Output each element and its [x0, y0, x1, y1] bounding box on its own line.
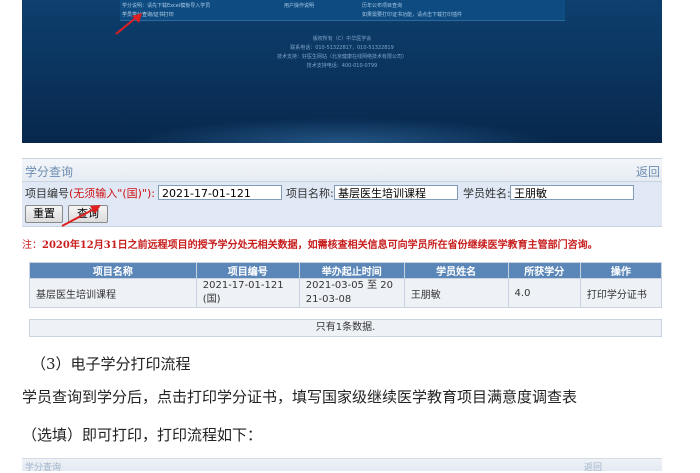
cut-back: 返回 — [583, 463, 602, 473]
red-arrow-annotation — [115, 13, 142, 35]
site-footer-screenshot: 学分说明：请先下载Excel模板导入学员 学员学分查询/证书打印 用户操作说明 … — [22, 0, 662, 143]
result-summary: 只有1条数据. — [29, 319, 662, 337]
panel-header: 学分查询 返回 — [22, 158, 662, 182]
panel-title: 学分查询 — [25, 165, 74, 179]
col-header: 项目名称 — [29, 262, 197, 279]
paragraph-line-1: 学员查询到学分后，点击打印学分证书，填写国家级继续医学教育项目满意度调查表 — [22, 388, 578, 406]
project-name-label: 项目名称: — [286, 187, 334, 200]
red-arrow-annotation — [61, 205, 101, 227]
col-header: 举办起止时间 — [298, 262, 405, 279]
print-certificate-link[interactable]: 打印学分证书 — [579, 278, 663, 308]
col-header: 项目编号 — [195, 262, 300, 279]
result-table: 项目名称 项目编号 举办起止时间 学员姓名 所获学分 操作 基层医生培训课程 2… — [29, 262, 663, 308]
query-form: 项目编号(无须输入"(国)"): 2021-17-01-121 项目名称: 基层… — [22, 182, 662, 227]
cut-title: 学分查询 — [25, 463, 62, 473]
credit-query-panel: 学分查询 返回 项目编号(无须输入"(国)"): 2021-17-01-121 … — [22, 158, 663, 338]
cell-project-no: 2021-17-01-121 (国) — [195, 278, 300, 308]
student-name-label: 学员姓名: — [463, 187, 511, 200]
project-no-input[interactable]: 2021-17-01-121 — [158, 185, 282, 200]
student-name-input[interactable]: 王朋敏 — [510, 185, 634, 200]
cell-student: 王朋敏 — [403, 278, 509, 308]
footer-tech-phone: 技术支持电话：400-010-0799 — [306, 63, 378, 69]
footer-link-history[interactable]: 历年公布项目查询 — [362, 2, 402, 9]
cell-project-name: 基层医生培训课程 — [29, 278, 197, 308]
reset-button[interactable]: 重置 — [25, 205, 63, 223]
footer-link-plugin[interactable]: 如果需要打印证书功能，请点击下载打印插件 — [362, 11, 462, 18]
col-header: 操作 — [579, 262, 663, 279]
footer-contact: 联系电话：010-51322817，010-51322819 — [290, 45, 394, 51]
table-row: 基层医生培训课程 2021-17-01-121 (国) 2021-03-05 至 … — [29, 278, 663, 308]
cell-time: 2021-03-05 至 20 21-03-08 — [298, 278, 405, 308]
project-name-input[interactable]: 基层医生培训课程 — [334, 185, 458, 200]
next-screenshot-edge: 学分查询 返回 — [22, 458, 662, 473]
paragraph-line-2: （选填）即可打印，打印流程如下： — [22, 426, 263, 444]
col-header: 所获学分 — [507, 262, 581, 279]
project-no-label: 项目编号(无须输入"(国)"): — [25, 187, 155, 200]
footer-tech-support: 技术支持：好医生网站（北京健康在线网络技术有限公司） — [276, 54, 407, 60]
section-heading: （3）电子学分打印流程 — [31, 355, 191, 373]
footer-link-template[interactable]: 学分说明：请先下载Excel模板导入学员 — [122, 2, 210, 9]
footer-link-manual[interactable]: 用户操作说明 — [284, 2, 314, 9]
footer-glow — [132, 118, 552, 143]
cell-credit: 4.0 — [507, 278, 581, 308]
col-header: 学员姓名 — [403, 262, 509, 279]
notice-text: 注：2020年12月31日之前远程项目的授予学分处无相关数据，如需核查相关信息可… — [22, 240, 598, 251]
footer-copyright: 版权所有（C）中华医学会 — [312, 36, 372, 42]
back-link[interactable]: 返回 — [636, 163, 660, 180]
